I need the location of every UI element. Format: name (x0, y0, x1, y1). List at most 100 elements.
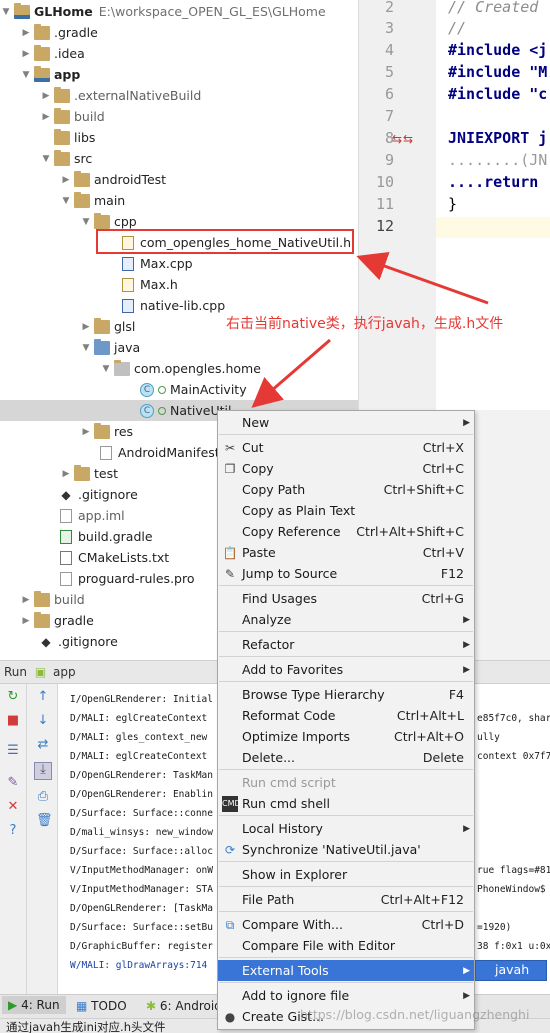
tree-item-externalnativebuild[interactable]: ▶ .externalNativeBuild (0, 85, 358, 106)
menu-item-compare-with[interactable]: ⧉ Compare With... Ctrl+D (218, 914, 474, 935)
chevron-right-icon[interactable]: ▶ (20, 49, 32, 59)
tree-item-mainactivity[interactable]: C MainActivity (0, 379, 358, 400)
menu-item-add-to-favorites[interactable]: Add to Favorites ▶ (218, 659, 474, 680)
submenu-arrow-icon: ▶ (463, 990, 470, 1001)
implementation-marker-icon[interactable]: ⇆⇆ (392, 132, 414, 146)
stop-icon[interactable]: ■ (6, 714, 20, 728)
tab-todo-label: TODO (91, 999, 127, 1013)
chevron-right-icon[interactable]: ▶ (40, 112, 52, 122)
menu-item-label: Local History (242, 821, 323, 836)
menu-item-label: External Tools (242, 963, 329, 978)
tree-item-app-build[interactable]: ▶ build (0, 106, 358, 127)
wrap-icon[interactable]: ⇄ (36, 738, 50, 752)
tree-item-idea[interactable]: ▶ .idea (0, 43, 358, 64)
menu-shortcut: Ctrl+Alt+O (394, 729, 464, 744)
submenu-item-javah[interactable]: javah (495, 962, 529, 977)
log-line: D/mali_winsys: new_window (70, 827, 213, 838)
tab-todo[interactable]: ▦ TODO (76, 999, 127, 1013)
tree-item-main[interactable]: ▼ main (0, 190, 358, 211)
menu-item-copy-plain[interactable]: Copy as Plain Text (218, 500, 474, 521)
menu-item-copy-path[interactable]: Copy Path Ctrl+Shift+C (218, 479, 474, 500)
down-arrow-icon[interactable]: ↓ (36, 714, 50, 728)
chevron-right-icon[interactable]: ▶ (40, 91, 52, 101)
menu-item-label: Optimize Imports (242, 729, 351, 744)
tree-item-label: com.opengles.home (134, 361, 261, 376)
tab-android[interactable]: ✱ 6: Android (146, 999, 222, 1013)
menu-item-compare-file-with-editor[interactable]: Compare File with Editor (218, 935, 474, 956)
menu-item-file-path[interactable]: File Path Ctrl+Alt+F12 (218, 889, 474, 910)
menu-item-show-in-explorer[interactable]: Show in Explorer (218, 864, 474, 885)
menu-item-add-to-ignore[interactable]: Add to ignore file ▶ (218, 985, 474, 1006)
folder-icon (54, 107, 70, 124)
chevron-right-icon[interactable]: ▶ (20, 28, 32, 38)
layout-icon[interactable]: ☰ (6, 744, 20, 758)
tree-item-app[interactable]: ▼ app (0, 64, 358, 85)
tree-item-androidtest[interactable]: ▶ androidTest (0, 169, 358, 190)
chevron-right-icon[interactable]: ▶ (20, 595, 32, 605)
trash-icon[interactable]: 🗑 (36, 814, 53, 828)
menu-item-label: Refactor (242, 637, 295, 652)
chevron-down-icon[interactable]: ▼ (80, 343, 92, 353)
gradle-file-icon (60, 529, 72, 544)
up-arrow-icon[interactable]: ↑ (36, 690, 50, 704)
tree-item-label: .gitignore (78, 487, 138, 502)
menu-item-paste[interactable]: 📋 Paste Ctrl+V (218, 542, 474, 563)
log-line-tail: PhoneWindow$ (477, 884, 546, 895)
chevron-down-icon[interactable]: ▼ (80, 217, 92, 227)
cpp-file-icon (122, 256, 134, 271)
rerun-icon[interactable]: ↻ (6, 690, 20, 704)
code-line: #include "c (448, 85, 548, 103)
chevron-right-icon[interactable]: ▶ (20, 616, 32, 626)
chevron-right-icon[interactable]: ▶ (60, 469, 72, 479)
menu-item-jump-to-source[interactable]: ✎ Jump to Source F12 (218, 563, 474, 584)
log-line: D/MALI: eglCreateContext (70, 713, 208, 724)
menu-item-browse-type-hierarchy[interactable]: Browse Type Hierarchy F4 (218, 684, 474, 705)
tab-run[interactable]: ▶ 4: Run (2, 996, 66, 1014)
menu-item-refactor[interactable]: Refactor ▶ (218, 634, 474, 655)
chevron-right-icon[interactable]: ▶ (80, 322, 92, 332)
print-icon[interactable]: ⎙ (36, 790, 50, 804)
log-line-tail: ully (477, 732, 500, 743)
menu-item-label: Paste (242, 545, 276, 560)
pin-icon[interactable]: ✎ (6, 776, 20, 790)
log-line-tail: 38 f:0x1 u:0x (477, 941, 550, 952)
menu-item-copy-reference[interactable]: Copy Reference Ctrl+Alt+Shift+C (218, 521, 474, 542)
menu-item-reformat-code[interactable]: Reformat Code Ctrl+Alt+L (218, 705, 474, 726)
menu-item-optimize-imports[interactable]: Optimize Imports Ctrl+Alt+O (218, 726, 474, 747)
menu-item-synchronize[interactable]: ⟳ Synchronize 'NativeUtil.java' (218, 839, 474, 860)
chevron-down-icon[interactable]: ▼ (20, 70, 32, 80)
chevron-right-icon[interactable]: ▶ (80, 427, 92, 437)
chevron-down-icon[interactable]: ▼ (40, 154, 52, 164)
tree-item-libs[interactable]: libs (0, 127, 358, 148)
menu-item-copy[interactable]: ❐ Copy Ctrl+C (218, 458, 474, 479)
chevron-right-icon[interactable]: ▶ (60, 175, 72, 185)
chevron-down-icon[interactable]: ▼ (100, 364, 112, 374)
tree-item-java[interactable]: ▼ java (0, 337, 358, 358)
menu-item-delete[interactable]: Delete... Delete (218, 747, 474, 768)
menu-item-label: Copy Path (242, 482, 306, 497)
menu-item-local-history[interactable]: Local History ▶ (218, 818, 474, 839)
cmd-icon: CMD (222, 795, 241, 812)
tree-root[interactable]: ▼ GLHome E:\workspace_OPEN_GL_ES\GLHome (0, 1, 358, 22)
log-line: D/GraphicBuffer: register (70, 941, 213, 952)
tree-item-label: proguard-rules.pro (78, 571, 195, 586)
menu-item-find-usages[interactable]: Find Usages Ctrl+G (218, 588, 474, 609)
scroll-to-end-icon[interactable]: ⤓ (34, 762, 52, 780)
log-line: D/OpenGLRenderer: Enablin (70, 789, 213, 800)
menu-item-analyze[interactable]: Analyze ▶ (218, 609, 474, 630)
chevron-down-icon[interactable]: ▼ (60, 196, 72, 206)
tree-item-package[interactable]: ▼ com.opengles.home (0, 358, 358, 379)
menu-item-external-tools[interactable]: External Tools ▶ (218, 960, 474, 981)
menu-item-run-cmd-shell[interactable]: CMD Run cmd shell (218, 793, 474, 814)
tree-item-max-h[interactable]: Max.h (0, 274, 358, 295)
editor-gutter (358, 0, 436, 410)
tree-item-src[interactable]: ▼ src (0, 148, 358, 169)
menu-item-new[interactable]: New ▶ (218, 412, 474, 433)
chevron-down-icon[interactable]: ▼ (0, 7, 12, 17)
help-icon[interactable]: ? (6, 824, 20, 838)
tree-item-gradle-dir[interactable]: ▶ .gradle (0, 22, 358, 43)
menu-item-cut[interactable]: ✂ Cut Ctrl+X (218, 437, 474, 458)
tree-item-max-cpp[interactable]: Max.cpp (0, 253, 358, 274)
menu-item-label: New (242, 415, 270, 430)
close-icon[interactable]: ✕ (6, 800, 20, 814)
